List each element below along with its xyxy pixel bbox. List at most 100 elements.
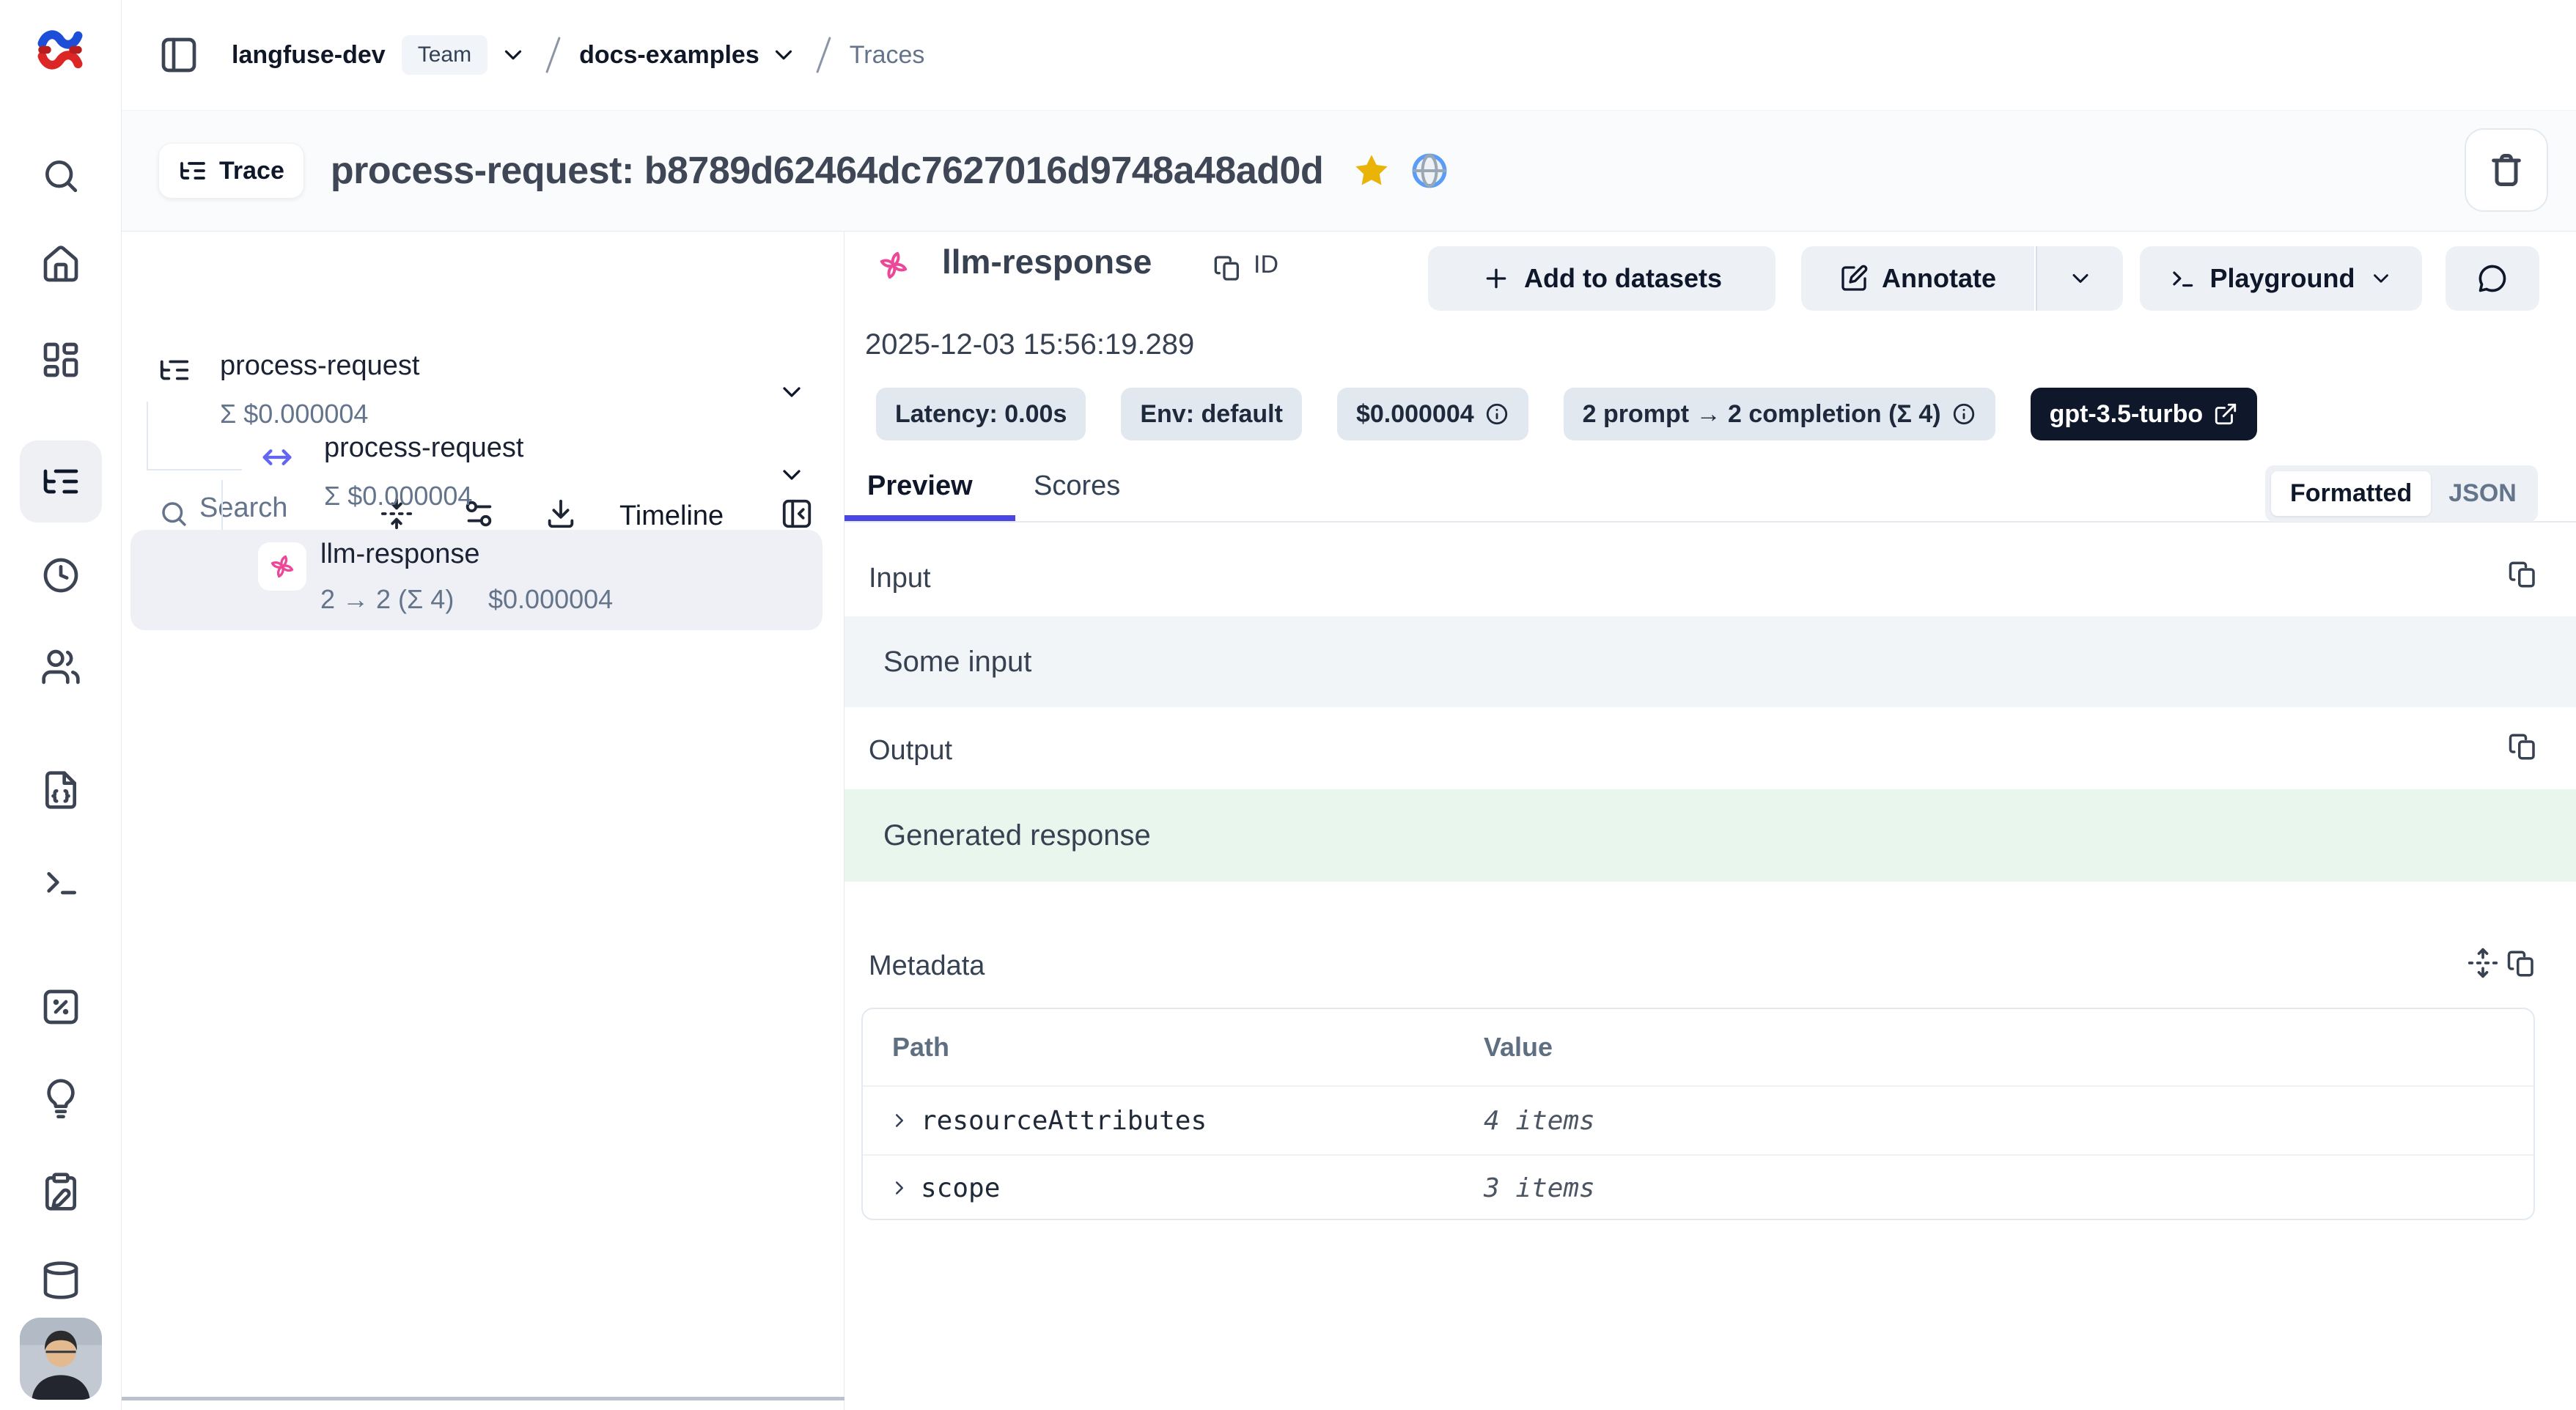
copy-id-icon[interactable] — [1213, 254, 1243, 283]
bookmark-star-icon[interactable] — [1353, 152, 1391, 190]
observation-badges: Latency: 0.00s Env: default $0.000004 2 … — [876, 388, 2257, 440]
collapse-chevron-icon[interactable] — [777, 460, 806, 490]
trace-badge-label: Trace — [219, 157, 284, 185]
datasets-database-icon[interactable] — [40, 1260, 81, 1301]
panel-collapse-icon[interactable] — [780, 497, 814, 531]
info-icon[interactable] — [1951, 402, 1976, 427]
latency-badge: Latency: 0.00s — [876, 388, 1086, 440]
comment-bubble-icon — [2476, 262, 2509, 295]
project-chevron-down-icon[interactable] — [770, 41, 798, 69]
env-badge: Env: default — [1121, 388, 1302, 440]
generation-icon-tile — [258, 542, 306, 591]
observation-title: llm-response — [942, 242, 1152, 281]
breadcrumb-separator — [545, 37, 561, 73]
home-icon[interactable] — [40, 244, 81, 285]
metadata-value: 4 items — [1484, 1106, 1595, 1136]
sidebar-toggle-icon[interactable] — [158, 34, 199, 75]
table-row[interactable]: scope 3 items — [863, 1156, 2533, 1220]
toggle-json[interactable]: JSON — [2431, 479, 2534, 508]
cost-badge: $0.000004 — [1337, 388, 1528, 440]
terminal-icon — [2168, 265, 2196, 292]
span-arrows-icon — [258, 438, 296, 476]
collapse-chevron-icon[interactable] — [777, 377, 806, 407]
tab-preview[interactable]: Preview — [867, 470, 973, 502]
view-toggle: Formatted JSON — [2265, 465, 2538, 522]
metadata-heading: Metadata — [869, 951, 985, 982]
copy-metadata-icon[interactable] — [2506, 948, 2537, 979]
search-icon[interactable] — [40, 155, 81, 196]
usage-badge: 2 prompt → 2 completion (Σ 4) — [1564, 388, 1995, 440]
dashboard-icon[interactable] — [40, 339, 81, 380]
output-content: Generated response — [844, 789, 2576, 882]
breadcrumb-separator — [816, 37, 831, 73]
toggle-formatted[interactable]: Formatted — [2271, 471, 2431, 516]
scores-percent-icon[interactable] — [40, 986, 81, 1027]
output-heading: Output — [869, 735, 952, 767]
metadata-path: scope — [921, 1173, 1000, 1203]
add-to-datasets-label: Add to datasets — [1524, 263, 1722, 294]
chevron-right-icon[interactable] — [888, 1177, 910, 1199]
sessions-clock-icon[interactable] — [40, 555, 81, 596]
delete-trace-button[interactable] — [2465, 128, 2548, 212]
annotate-button[interactable]: Annotate — [1801, 246, 2034, 311]
tab-scores[interactable]: Scores — [1034, 470, 1120, 502]
annotation-clipboard-pen-icon[interactable] — [40, 1171, 81, 1212]
tree-guide-line — [147, 469, 242, 470]
tree-node-tokens: 2 → 2 (Σ 4) — [320, 584, 454, 615]
download-icon[interactable] — [544, 497, 578, 531]
tree-node-cost: $0.000004 — [488, 584, 613, 615]
timeline-toggle[interactable]: Timeline — [619, 501, 724, 532]
trace-header: Trace process-request: b8789d62464dc7627… — [122, 110, 2576, 232]
table-row[interactable]: resourceAttributes 4 items — [863, 1087, 2533, 1154]
playground-terminal-icon[interactable] — [40, 862, 81, 903]
comments-button[interactable] — [2446, 246, 2539, 311]
users-icon[interactable] — [40, 646, 81, 687]
insights-lightbulb-icon[interactable] — [40, 1077, 81, 1118]
trace-tree-icon — [158, 353, 191, 387]
column-header-path: Path — [892, 1009, 949, 1085]
tree-node-cost: Σ $0.000004 — [324, 481, 472, 512]
playground-button[interactable]: Playground — [2140, 246, 2422, 311]
unfold-vertical-icon[interactable] — [2467, 947, 2499, 979]
trace-tree-panel: Timeline process-request Σ $0.000004 pro… — [122, 232, 844, 1410]
project-name[interactable]: docs-examples — [579, 41, 759, 70]
info-icon[interactable] — [1484, 402, 1509, 427]
generation-pinwheel-icon — [876, 248, 911, 283]
trash-icon — [2487, 151, 2525, 189]
annotate-dropdown-button[interactable] — [2036, 246, 2123, 311]
add-to-datasets-button[interactable]: Add to datasets — [1428, 246, 1775, 311]
prompts-file-json-icon[interactable] — [40, 769, 81, 811]
organization-name[interactable]: langfuse-dev — [232, 41, 386, 70]
tracing-icon[interactable] — [40, 461, 81, 502]
tree-node-label[interactable]: llm-response — [320, 539, 480, 570]
metadata-table: Path Value resourceAttributes 4 items sc… — [861, 1008, 2535, 1220]
langfuse-logo[interactable] — [29, 19, 91, 81]
breadcrumb-section[interactable]: Traces — [850, 41, 925, 70]
annotate-label: Annotate — [1882, 263, 1996, 294]
metadata-path: resourceAttributes — [921, 1106, 1207, 1136]
chevron-down-icon — [2067, 265, 2094, 292]
copy-output-icon[interactable] — [2508, 731, 2539, 762]
org-chevron-down-icon[interactable] — [499, 41, 527, 69]
observation-timestamp: 2025-12-03 15:56:19.289 — [865, 328, 1194, 361]
playground-label: Playground — [2209, 263, 2355, 294]
chevron-right-icon[interactable] — [888, 1110, 910, 1132]
org-type-badge: Team — [402, 35, 487, 75]
horizontal-scrollbar[interactable] — [122, 1397, 844, 1400]
tree-node-label[interactable]: process-request — [324, 432, 523, 464]
model-badge[interactable]: gpt-3.5-turbo — [2031, 388, 2258, 440]
metadata-value: 3 items — [1484, 1173, 1595, 1203]
tree-node-label[interactable]: process-request — [220, 350, 419, 382]
generation-pinwheel-icon — [264, 548, 301, 585]
tree-node-cost: Σ $0.000004 — [220, 399, 368, 429]
public-globe-icon[interactable] — [1410, 151, 1449, 191]
id-label[interactable]: ID — [1254, 251, 1278, 279]
input-content: Some input — [844, 616, 2576, 707]
chevron-down-icon — [2369, 266, 2393, 291]
column-header-value: Value — [1484, 1009, 1553, 1085]
square-pen-icon — [1839, 264, 1869, 293]
user-avatar[interactable] — [20, 1318, 102, 1400]
nav-rail — [0, 0, 122, 1410]
copy-input-icon[interactable] — [2508, 559, 2539, 590]
input-heading: Input — [869, 563, 931, 594]
